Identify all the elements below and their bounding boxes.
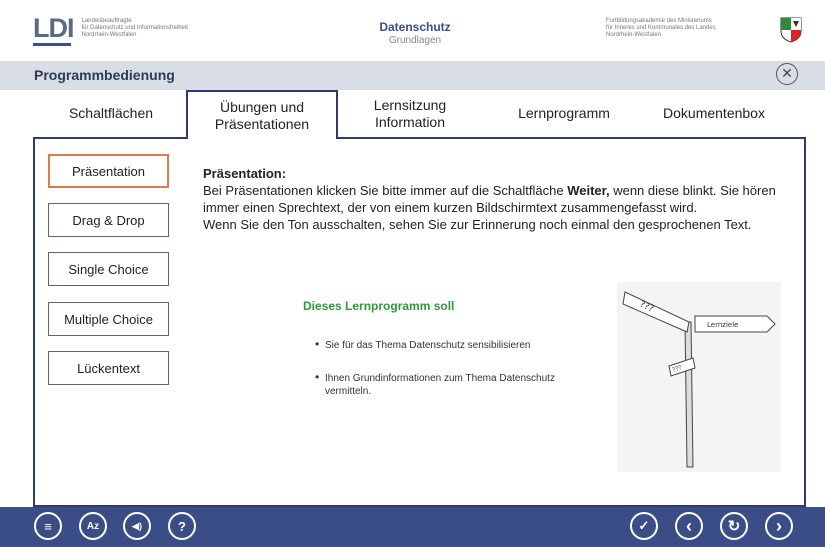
tab-lernprogramm[interactable]: Lernprogramm: [502, 90, 626, 137]
tab-label: Lernsitzung Information: [373, 96, 447, 130]
ldi-text-line: Nordrhein-Westfalen: [81, 32, 137, 38]
sidebar-item-praesentation[interactable]: Präsentation: [48, 154, 169, 188]
partner-text-line: für Inneres und Kommunales des Landes: [606, 25, 716, 31]
list-item: Ihnen Grundinformationen zum Thema Daten…: [315, 371, 555, 398]
next-icon[interactable]: ›: [765, 512, 793, 540]
list-item: Sie für das Thema Datenschutz sensibilis…: [315, 338, 575, 352]
weiter-emphasis: Weiter,: [567, 183, 610, 198]
ldi-logo-text: Landesbeauftragte für Datenschutz und In…: [82, 18, 188, 39]
goal-list: Sie für das Thema Datenschutz sensibilis…: [315, 338, 575, 418]
sidebar-item-single-choice[interactable]: Single Choice: [48, 252, 169, 286]
page-title: Programmbedienung: [34, 67, 175, 83]
title-bar: Programmbedienung: [0, 61, 825, 90]
tab-bar: Schaltflächen Übungen und Präsentationen…: [0, 90, 825, 139]
tab-dokumentenbox[interactable]: Dokumentenbox: [646, 90, 782, 137]
paragraph-1: Bei Präsentationen klicken Sie bitte imm…: [203, 182, 783, 216]
menu-icon[interactable]: ≡: [34, 512, 62, 540]
help-icon[interactable]: ?: [168, 512, 196, 540]
tab-uebungen-und-praesentationen[interactable]: Übungen und Präsentationen: [186, 90, 338, 139]
partner-text-line: Fortbildungsakademie des Ministeriums: [606, 18, 712, 24]
header: LDI Landesbeauftragte für Datenschutz un…: [0, 0, 825, 58]
glossary-icon[interactable]: Az: [79, 512, 107, 540]
ldi-text-line: für Datenschutz und Informationsfreiheit: [81, 25, 188, 31]
ldi-logo-bar: [33, 43, 71, 46]
sidebar-item-lueckentext[interactable]: Lückentext: [48, 351, 169, 385]
ldi-text-line: Landesbeauftragte: [81, 18, 132, 24]
ldi-logo-mark: LDI: [33, 13, 74, 43]
sign-label: Lernziele: [707, 321, 738, 329]
partner-text: Fortbildungsakademie des Ministeriums fü…: [606, 18, 766, 39]
ldi-logo: LDI Landesbeauftragte für Datenschutz un…: [33, 13, 188, 46]
course-title-sub: Grundlagen: [388, 35, 442, 46]
tab-schaltflaechen[interactable]: Schaltflächen: [46, 90, 176, 137]
presentation-text: Präsentation: Bei Präsentationen klicken…: [203, 165, 783, 233]
check-icon[interactable]: ✓: [630, 512, 658, 540]
back-icon[interactable]: ‹: [675, 512, 703, 540]
reload-icon[interactable]: ↻: [720, 512, 748, 540]
paragraph-1-part: Bei Präsentationen klicken Sie bitte imm…: [203, 183, 568, 198]
section-heading: Präsentation:: [203, 166, 287, 181]
sidebar-item-multiple-choice[interactable]: Multiple Choice: [48, 302, 169, 336]
sound-icon[interactable]: ◀): [123, 512, 151, 540]
course-title: Datenschutz Grundlagen: [340, 20, 490, 46]
paragraph-2: Wenn Sie den Ton ausschalten, sehen Sie …: [203, 217, 752, 232]
goal-title: Dieses Lernprogramm soll: [303, 299, 455, 313]
signpost-illustration: ??? Lernziele ???: [617, 282, 781, 472]
course-title-main: Datenschutz: [379, 20, 451, 34]
close-button[interactable]: ✕: [776, 63, 798, 85]
nrw-crest-icon: [780, 17, 802, 43]
sidebar-item-drag-drop[interactable]: Drag & Drop: [48, 203, 169, 237]
content-panel: Präsentation Drag & Drop Single Choice M…: [33, 137, 806, 507]
partner-text-line: Nordrhein-Westfalen: [606, 32, 661, 38]
tab-lernsitzung-information[interactable]: Lernsitzung Information: [350, 90, 470, 137]
tab-label: Übungen und Präsentationen: [214, 98, 310, 132]
